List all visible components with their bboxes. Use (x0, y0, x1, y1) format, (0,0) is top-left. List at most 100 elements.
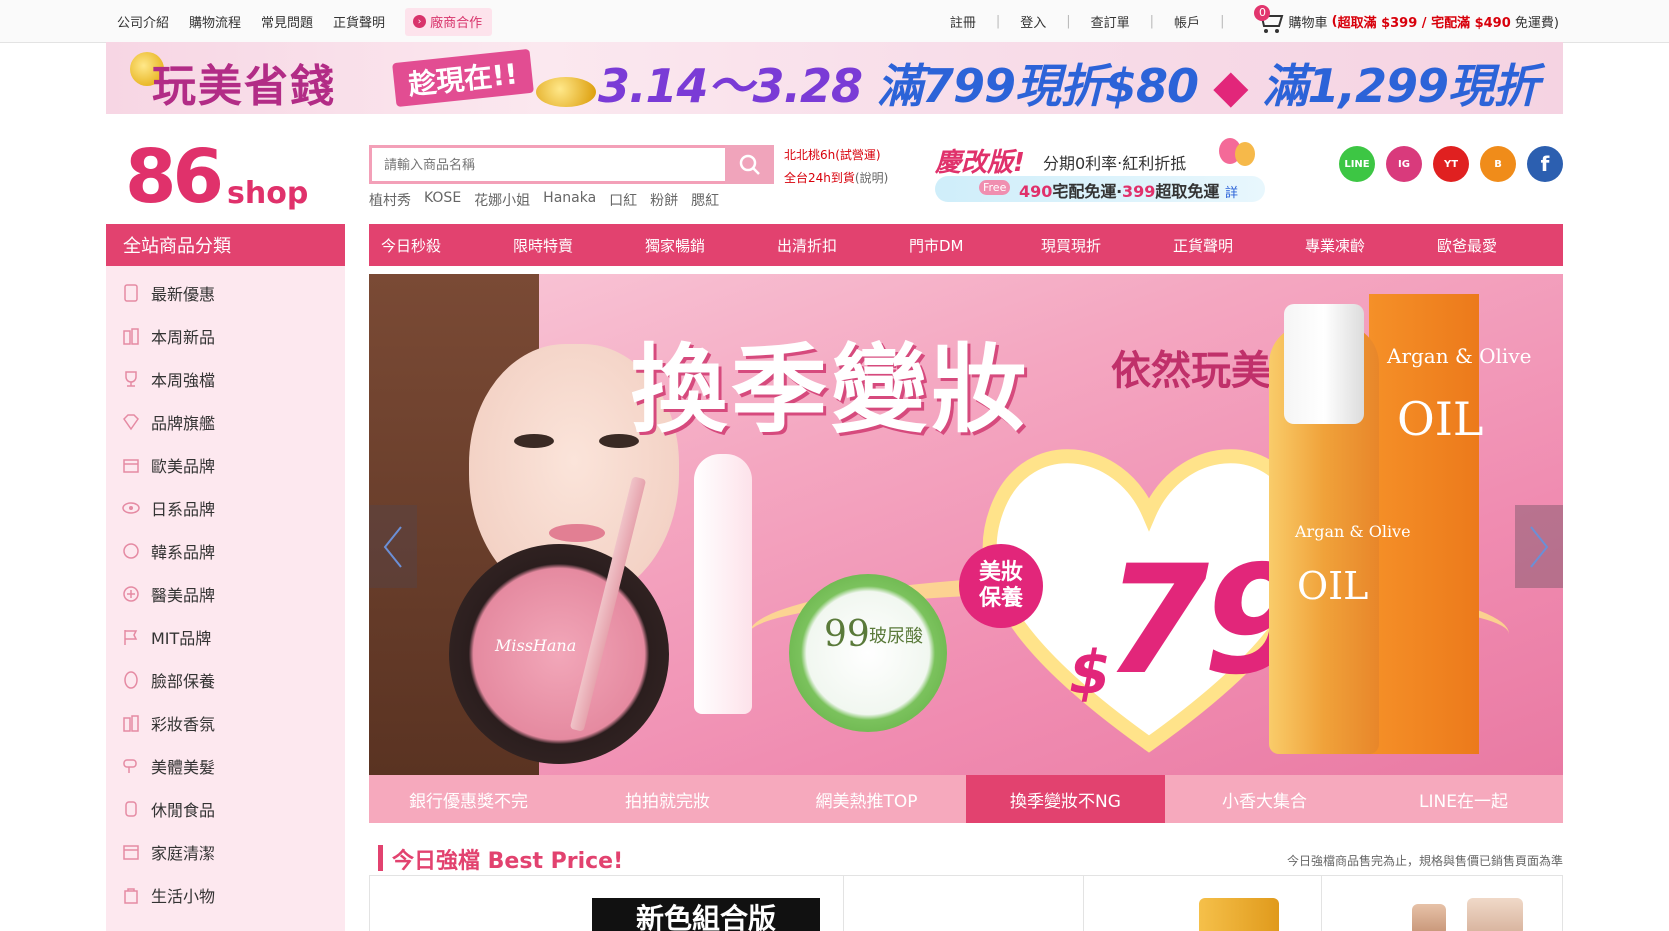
carousel-next-button[interactable] (1515, 505, 1563, 588)
face-icon (120, 540, 142, 562)
search-box (369, 145, 774, 184)
tab-bank-offers[interactable]: 銀行優惠獎不完 (369, 775, 568, 823)
hero-carousel[interactable]: 換季變妝 依然玩美 MissHana 99 玻尿酸 美妝 保養 $79UP Ar… (369, 274, 1563, 775)
hot-keyword[interactable]: 口紅 (609, 190, 637, 210)
diamond-icon (120, 411, 142, 433)
sidebar-item-mit-brands[interactable]: MIT品牌 (120, 615, 211, 658)
line-icon[interactable]: LINE (1339, 146, 1375, 182)
hero-badge-text: 美妝 保養 (978, 560, 1023, 611)
tab-quick-makeup[interactable]: 拍拍就完妝 (568, 775, 767, 823)
revamp-title: 慶改版! (935, 148, 1025, 178)
vendor-cooperation-link[interactable]: › 廠商合作 (405, 7, 493, 36)
model-eye (514, 434, 554, 448)
hot-keyword[interactable]: KOSE (424, 190, 461, 210)
delivery-note-link[interactable]: (說明) (855, 171, 888, 185)
cart-link[interactable]: 0 購物車 (超取滿 $399 / 宅配滿 $490 免運費) (1254, 4, 1559, 35)
nav-item-oppa-favorite[interactable]: 歐爸最愛 (1425, 235, 1557, 256)
bag-icon (120, 884, 142, 906)
site-logo[interactable]: 86 shop (125, 134, 330, 220)
nav-item-flash-sale[interactable]: 今日秒殺 (369, 235, 501, 256)
product-card[interactable]: 新色組合版 (370, 876, 845, 931)
link-company[interactable]: 公司介紹 (117, 12, 169, 31)
logo-number: 86 (125, 134, 224, 220)
account-link[interactable]: 帳戶 (1174, 12, 1200, 31)
hot-keyword[interactable]: 花娜小姐 (474, 190, 530, 210)
sidebar-item-western-brands[interactable]: 歐美品牌 (120, 443, 215, 486)
hot-keyword[interactable]: 腮紅 (691, 190, 719, 210)
product-card[interactable] (1084, 876, 1323, 931)
bottles-icon (120, 712, 142, 734)
oil-bottle-word: OIL (1297, 564, 1369, 608)
sidebar-item-latest-deals[interactable]: 最新優惠 (120, 271, 215, 314)
promo-separator: ◆ (1213, 59, 1248, 113)
hot-keyword[interactable]: 植村秀 (369, 190, 411, 210)
oil-bottle-brand: Argan & Olive (1295, 522, 1411, 541)
hot-keyword[interactable]: 粉餅 (650, 190, 678, 210)
divider: | (1066, 14, 1071, 29)
eye-icon (120, 497, 142, 519)
flag-icon (120, 626, 142, 648)
cart-label: 購物車 (1288, 16, 1328, 31)
model-lips (549, 524, 605, 542)
hero-title: 換季變妝 (631, 333, 1031, 446)
cart-icon: 0 (1254, 4, 1284, 35)
facebook-icon[interactable]: f (1527, 146, 1563, 182)
product-card[interactable] (1322, 876, 1562, 931)
cart-promo: 超取滿 $399 / 宅配滿 $490 (1337, 16, 1511, 31)
tab-season-makeup[interactable]: 換季變妝不NG (966, 775, 1165, 823)
search-input[interactable] (369, 145, 725, 184)
sidebar-item-medical-brands[interactable]: 醫美品牌 (120, 572, 215, 615)
sidebar-item-brand-flagship[interactable]: 品牌旗艦 (120, 400, 215, 443)
carousel-prev-button[interactable] (369, 505, 417, 588)
link-shopping-flow[interactable]: 購物流程 (189, 12, 241, 31)
tab-influencer-top[interactable]: 網美熱推TOP (767, 775, 966, 823)
sidebar-item-new-this-week[interactable]: 本周新品 (120, 314, 215, 357)
sidebar-item-makeup-fragrance[interactable]: 彩妝香氛 (120, 701, 215, 744)
store-icon (120, 454, 142, 476)
best-price-grid: 新色組合版 (369, 875, 1563, 931)
washer-icon (120, 841, 142, 863)
hot-keyword[interactable]: Hanaka (543, 190, 596, 210)
revamp-banner[interactable]: 慶改版! 分期0利率‧紅利折抵 Free 490宅配免運‧399超取免運 詳 (935, 138, 1265, 206)
nav-item-store-dm[interactable]: 門市DM (897, 235, 1029, 256)
snack-icon (120, 798, 142, 820)
promo-banner[interactable]: 玩美省錢 趁現在!! 3.14～3.28 滿799現折$80 ◆ 滿1,299現… (106, 42, 1563, 114)
link-authentic[interactable]: 正貨聲明 (333, 12, 385, 31)
tab-small-fragrance[interactable]: 小香大集合 (1165, 775, 1364, 823)
social-links: LINE IG YT B f (1339, 146, 1563, 182)
blogger-icon[interactable]: B (1480, 146, 1516, 182)
search-button[interactable] (725, 145, 774, 184)
tab-line[interactable]: LINE在一起 (1364, 775, 1563, 823)
revamp-detail-link[interactable]: 詳 (1225, 186, 1238, 201)
nav-item-clearance[interactable]: 出清折扣 (765, 235, 897, 256)
nav-item-anti-aging[interactable]: 專業凍齡 (1293, 235, 1425, 256)
sidebar-item-snacks[interactable]: 休閒食品 (120, 787, 215, 830)
sidebar-item-daily-goods[interactable]: 生活小物 (120, 873, 215, 916)
chevron-left-icon (383, 525, 402, 568)
jar-text: 玻尿酸 (869, 626, 923, 647)
product-card[interactable] (844, 876, 1084, 931)
cart-free: 免運費) (1514, 16, 1559, 31)
nav-item-limited-sale[interactable]: 限時特賣 (501, 235, 633, 256)
delivery-line-1: 北北桃6h(試營運) (784, 148, 881, 162)
nav-item-instant-discount[interactable]: 現買現折 (1029, 235, 1161, 256)
sidebar-item-japanese-brands[interactable]: 日系品牌 (120, 486, 215, 529)
sidebar-item-body-hair[interactable]: 美體美髮 (120, 744, 215, 787)
delivery-line-2: 全台24h到貨(說明) (784, 167, 888, 190)
link-faq[interactable]: 常見問題 (261, 12, 313, 31)
nav-item-exclusive[interactable]: 獨家暢銷 (633, 235, 765, 256)
order-lookup-link[interactable]: 查訂單 (1091, 12, 1130, 31)
register-link[interactable]: 註冊 (950, 12, 976, 31)
sidebar-item-korean-brands[interactable]: 韓系品牌 (120, 529, 215, 572)
hot-keywords: 植村秀 KOSE 花娜小姐 Hanaka 口紅 粉餅 腮紅 (369, 190, 732, 210)
sidebar-item-home-cleaning[interactable]: 家庭清潔 (120, 830, 215, 873)
promo-deal-1: 滿799現折$80 (877, 59, 1199, 113)
sidebar-item-face-care[interactable]: 臉部保養 (120, 658, 215, 701)
instagram-icon[interactable]: IG (1386, 146, 1422, 182)
login-link[interactable]: 登入 (1020, 12, 1046, 31)
sidebar-item-weekly-hits[interactable]: 本周強檔 (120, 357, 215, 400)
nav-item-authentic[interactable]: 正貨聲明 (1161, 235, 1293, 256)
jar-number: 99 (824, 614, 870, 655)
chevron-right-icon (1530, 525, 1549, 568)
youtube-icon[interactable]: YT (1433, 146, 1469, 182)
